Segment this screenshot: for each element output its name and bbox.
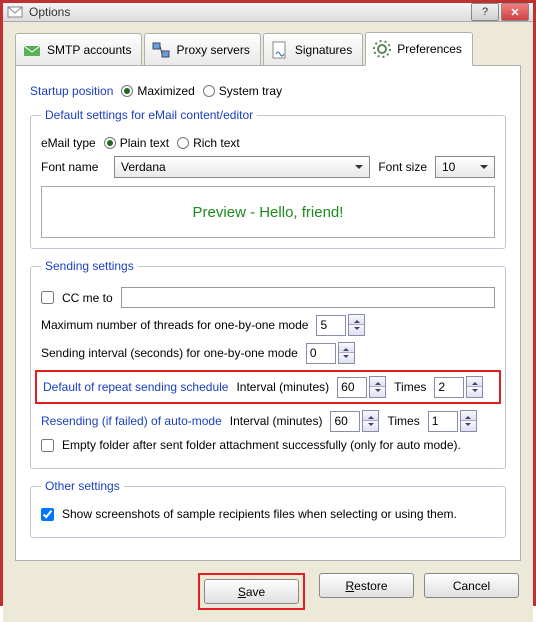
show-screens-label: Show screenshots of sample recipients fi… xyxy=(62,507,457,521)
sending-legend: Sending settings xyxy=(41,259,138,273)
app-icon xyxy=(7,4,23,20)
tabs: SMTP accounts Proxy servers Signatures P… xyxy=(15,32,521,66)
email-type-label: eMail type xyxy=(41,136,96,150)
cc-me-input[interactable] xyxy=(121,287,495,308)
threads-spin[interactable]: 5 xyxy=(316,314,365,336)
resend-times-label: Times xyxy=(387,414,419,428)
cc-me-checkbox[interactable] xyxy=(41,291,54,304)
interval-min-label: Interval (minutes) xyxy=(236,380,329,394)
threads-label: Maximum number of threads for one-by-one… xyxy=(41,318,308,332)
resend-interval-spin[interactable]: 60 xyxy=(330,410,379,432)
resend-label: Resending (if failed) of auto-mode xyxy=(41,414,222,428)
radio-rich[interactable]: Rich text xyxy=(177,136,240,150)
other-group: Other settings Show screenshots of sampl… xyxy=(30,479,506,538)
tab-smtp[interactable]: SMTP accounts xyxy=(15,33,142,66)
radio-systray[interactable]: System tray xyxy=(203,84,282,98)
font-name-label: Font name xyxy=(41,160,106,174)
tab-proxy[interactable]: Proxy servers xyxy=(144,33,260,66)
tab-signatures[interactable]: Signatures xyxy=(263,33,363,66)
repeat-times-spin[interactable]: 2 xyxy=(434,376,483,398)
font-name-dropdown[interactable]: Verdana xyxy=(114,156,370,178)
radio-maximized[interactable]: Maximized xyxy=(121,84,194,98)
editor-group: Default settings for eMail content/edito… xyxy=(30,108,506,249)
save-highlight: Save xyxy=(198,573,305,610)
font-size-label: Font size xyxy=(378,160,427,174)
startup-label: Startup position xyxy=(30,84,113,98)
send-interval-spin[interactable]: 0 xyxy=(306,342,355,364)
proxy-icon xyxy=(151,40,171,60)
cancel-button[interactable]: Cancel xyxy=(424,573,519,598)
titlebar: Options ? ✕ xyxy=(3,3,533,22)
smtp-icon xyxy=(22,40,42,60)
radio-plain[interactable]: Plain text xyxy=(104,136,169,150)
empty-folder-checkbox[interactable] xyxy=(41,439,54,452)
help-button[interactable]: ? xyxy=(471,3,499,21)
font-size-dropdown[interactable]: 10 xyxy=(435,156,495,178)
repeat-highlight: Default of repeat sending schedule Inter… xyxy=(35,370,501,404)
save-lbl: ave xyxy=(246,585,265,599)
other-legend: Other settings xyxy=(41,479,124,493)
restore-button[interactable]: Restore xyxy=(319,573,414,598)
show-screens-checkbox[interactable] xyxy=(41,508,54,521)
window-title: Options xyxy=(29,5,471,19)
cc-me-label: CC me to xyxy=(62,291,113,305)
times-label: Times xyxy=(394,380,426,394)
sending-group: Sending settings CC me to Maximum number… xyxy=(30,259,506,469)
signatures-icon xyxy=(270,40,290,60)
empty-folder-label: Empty folder after sent folder attachmen… xyxy=(62,438,461,452)
repeat-interval-spin[interactable]: 60 xyxy=(337,376,386,398)
options-dialog: Options ? ✕ SMTP accounts Proxy servers … xyxy=(0,0,536,606)
send-interval-label: Sending interval (seconds) for one-by-on… xyxy=(41,346,298,360)
resend-interval-min-label: Interval (minutes) xyxy=(230,414,323,428)
preferences-page: Startup position Maximized System tray D… xyxy=(15,65,521,561)
close-button[interactable]: ✕ xyxy=(501,3,529,21)
editor-legend: Default settings for eMail content/edito… xyxy=(41,108,257,122)
repeat-label: Default of repeat sending schedule xyxy=(43,380,228,394)
resend-times-spin[interactable]: 1 xyxy=(428,410,477,432)
button-row: Save Restore Cancel xyxy=(3,561,533,622)
restore-lbl: estore xyxy=(354,579,387,593)
save-button[interactable]: Save xyxy=(204,579,299,604)
gear-icon xyxy=(372,39,392,59)
preview-box: Preview - Hello, friend! xyxy=(41,186,495,238)
tab-preferences[interactable]: Preferences xyxy=(365,32,473,66)
